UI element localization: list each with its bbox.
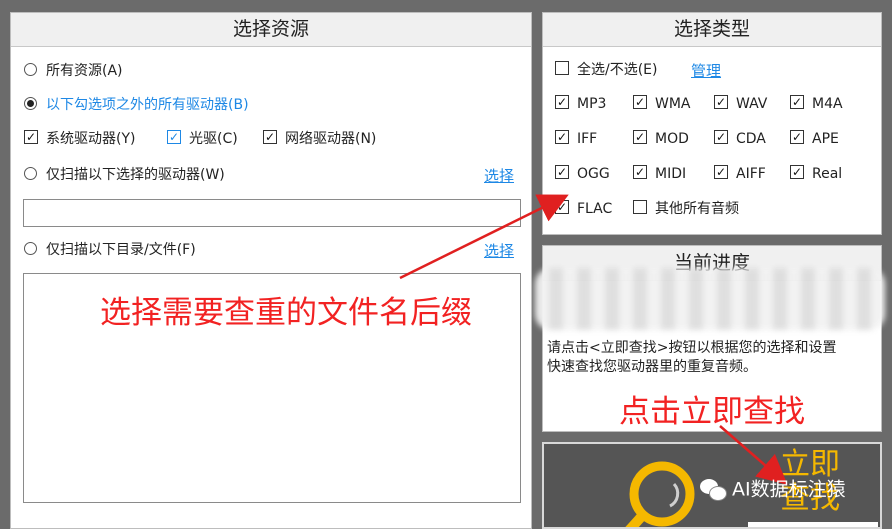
type-checkbox-wav[interactable]: ✓ WAV	[714, 93, 767, 115]
type-label: AIFF	[736, 166, 766, 182]
checkbox-cdrom-label: 光驱(C)	[189, 131, 238, 147]
type-checkbox-midi[interactable]: ✓ MIDI	[633, 163, 686, 185]
type-checkbox-flac[interactable]: ✓ FLAC	[555, 198, 612, 220]
checkbox-unchecked[interactable]	[633, 200, 647, 214]
checkbox-network-drive-label: 网络驱动器(N)	[285, 131, 377, 147]
type-checkbox-real[interactable]: ✓ Real	[790, 163, 842, 185]
checkbox-checked[interactable]: ✓	[790, 165, 804, 179]
checkbox-checked[interactable]: ✓	[263, 130, 277, 144]
watermark-text: AI数据标注猿	[732, 478, 846, 501]
source-panel: 选择资源 所有资源(A) 以下勾选项之外的所有驱动器(B) ✓ 系统驱动器(Y) …	[10, 12, 532, 529]
annotation-suffix: 选择需要查重的文件名后缀	[100, 295, 472, 331]
type-label: IFF	[577, 131, 598, 147]
checkbox-network-drive[interactable]: ✓ 网络驱动器(N)	[263, 127, 376, 151]
radio-all-resources-label: 所有资源(A)	[46, 63, 123, 79]
type-label: WMA	[655, 96, 691, 112]
radio-circle[interactable]	[24, 62, 37, 76]
type-checkbox-ape[interactable]: ✓ APE	[790, 128, 839, 150]
type-label: OGG	[577, 166, 610, 182]
checkbox-checked[interactable]: ✓	[633, 130, 647, 144]
drives-input[interactable]	[23, 199, 521, 227]
type-checkbox-ogg[interactable]: ✓ OGG	[555, 163, 610, 185]
type-panel: 选择类型 全选/不选(E) 管理 ✓ MP3 ✓ WMA ✓ WAV ✓ M4A ✓ IFF ✓ MO…	[542, 12, 882, 235]
checkbox-unchecked[interactable]	[555, 61, 569, 75]
radio-dir-files[interactable]: 仅扫描以下目录/文件(F)	[24, 238, 196, 262]
type-checkbox-cda[interactable]: ✓ CDA	[714, 128, 766, 150]
type-label: 其他所有音频	[655, 201, 739, 217]
status-box	[748, 522, 878, 527]
type-checkbox-其他所有音频[interactable]: 其他所有音频	[633, 198, 739, 220]
checkbox-checked[interactable]: ✓	[555, 95, 569, 109]
radio-except-drives-label: 以下勾选项之外的所有驱动器(B)	[46, 97, 249, 113]
radio-circle[interactable]	[24, 241, 37, 255]
source-panel-title: 选择资源	[11, 13, 531, 47]
type-label: MOD	[655, 131, 689, 147]
checkbox-system-drive-label: 系统驱动器(Y)	[46, 131, 136, 147]
checkbox-cdrom[interactable]: ✓ 光驱(C)	[167, 127, 238, 151]
checkbox-system-drive[interactable]: ✓ 系统驱动器(Y)	[24, 127, 135, 151]
checkbox-checked[interactable]: ✓	[714, 165, 728, 179]
checkbox-checked[interactable]: ✓	[24, 130, 38, 144]
progress-hint-line1: 请点击<立即查找>按钮以根据您的选择和设置	[547, 340, 837, 356]
type-label: MIDI	[655, 166, 687, 182]
radio-circle[interactable]	[24, 166, 37, 180]
select-drives-link[interactable]: 选择	[484, 165, 514, 186]
checkbox-checked[interactable]: ✓	[714, 95, 728, 109]
type-label: MP3	[577, 96, 607, 112]
type-label: WAV	[736, 96, 768, 112]
type-label: Real	[812, 166, 843, 182]
type-label: CDA	[736, 131, 766, 147]
type-checkbox-m4a[interactable]: ✓ M4A	[790, 93, 843, 115]
type-label: FLAC	[577, 201, 613, 217]
checkbox-checked[interactable]: ✓	[555, 200, 569, 214]
type-panel-title: 选择类型	[543, 13, 881, 47]
checkbox-checked[interactable]: ✓	[555, 130, 569, 144]
type-checkbox-aiff[interactable]: ✓ AIFF	[714, 163, 766, 185]
type-checkbox-mp3[interactable]: ✓ MP3	[555, 93, 606, 115]
checkbox-checked[interactable]: ✓	[555, 165, 569, 179]
checkbox-checked[interactable]: ✓	[790, 130, 804, 144]
checkbox-checked[interactable]: ✓	[633, 95, 647, 109]
watermark: AI数据标注猿	[700, 477, 846, 502]
progress-hint-line2: 快速查找您驱动器里的重复音频。	[547, 359, 757, 375]
radio-except-drives[interactable]: 以下勾选项之外的所有驱动器(B)	[24, 93, 249, 117]
checkbox-select-all-label: 全选/不选(E)	[577, 62, 658, 78]
radio-all-resources[interactable]: 所有资源(A)	[24, 59, 123, 83]
blurred-progress-area	[535, 268, 885, 330]
type-label: APE	[812, 131, 839, 147]
checkbox-checked[interactable]: ✓	[633, 165, 647, 179]
annotation-click: 点击立即查找	[619, 394, 805, 430]
type-label: M4A	[812, 96, 843, 112]
checkbox-checked[interactable]: ✓	[714, 130, 728, 144]
radio-selected-drives[interactable]: 仅扫描以下选择的驱动器(W)	[24, 163, 225, 187]
checkbox-checked[interactable]: ✓	[790, 95, 804, 109]
checkbox-select-all[interactable]: 全选/不选(E)	[555, 59, 658, 81]
checkbox-checked[interactable]: ✓	[167, 130, 181, 144]
radio-selected-drives-label: 仅扫描以下选择的驱动器(W)	[46, 167, 225, 183]
radio-circle-selected[interactable]	[24, 96, 37, 110]
type-checkbox-wma[interactable]: ✓ WMA	[633, 93, 691, 115]
type-checkbox-iff[interactable]: ✓ IFF	[555, 128, 597, 150]
select-dir-link[interactable]: 选择	[484, 240, 514, 261]
manage-link[interactable]: 管理	[691, 60, 721, 81]
wechat-icon	[700, 478, 727, 501]
radio-dir-files-label: 仅扫描以下目录/文件(F)	[46, 242, 196, 258]
type-checkbox-mod[interactable]: ✓ MOD	[633, 128, 689, 150]
